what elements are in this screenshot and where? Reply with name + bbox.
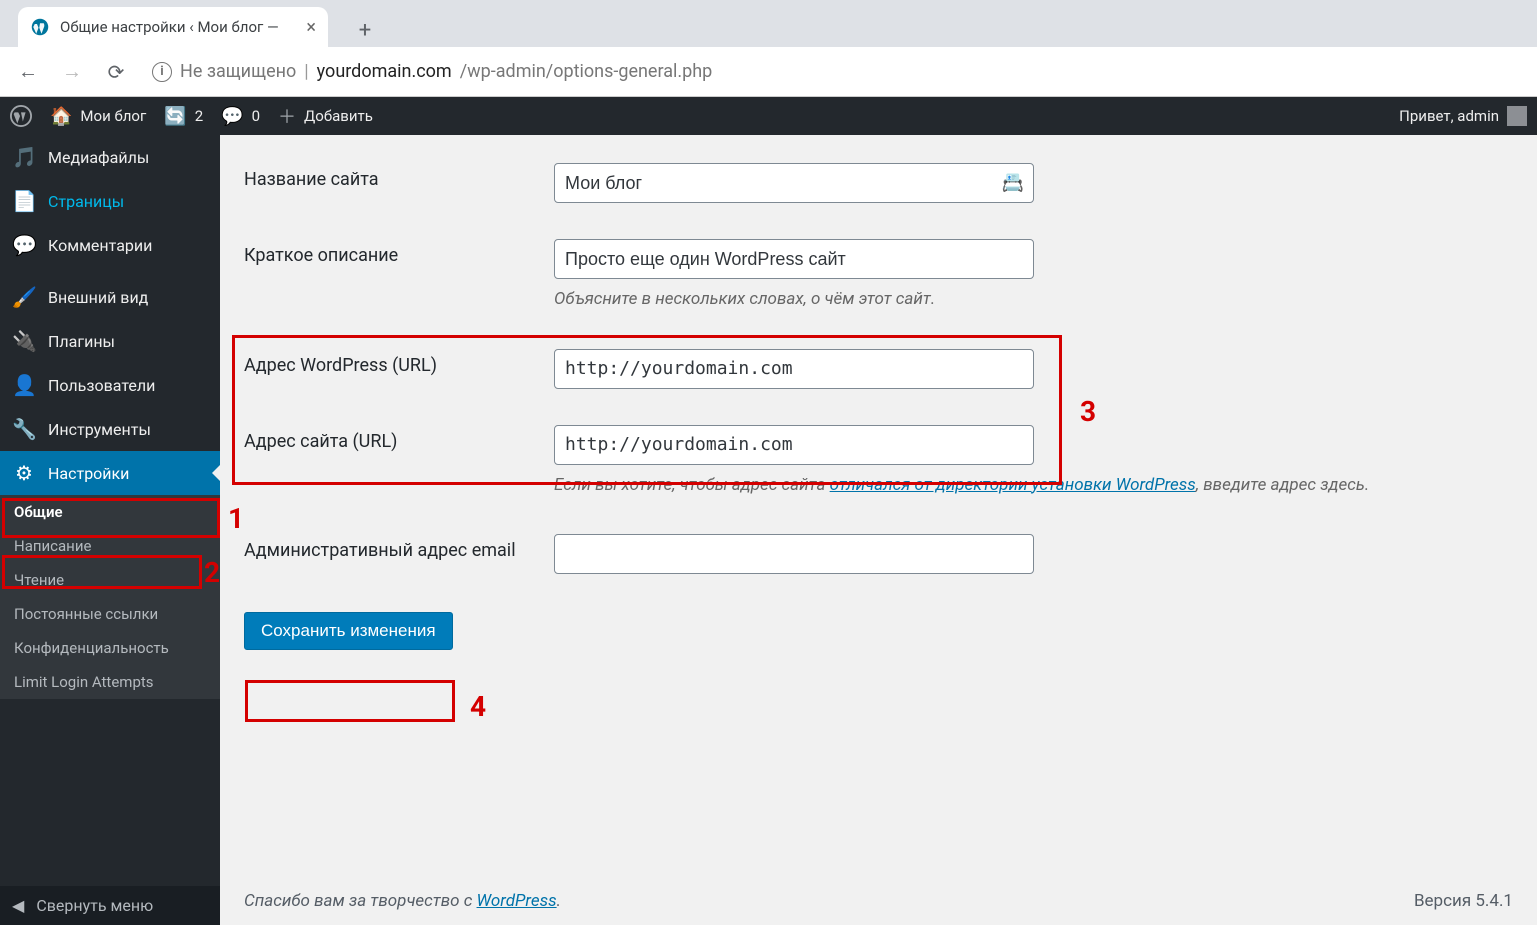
sidebar-item-pages[interactable]: 📄Страницы	[0, 179, 220, 223]
reload-button[interactable]: ⟳	[96, 52, 136, 92]
submenu-lla[interactable]: Limit Login Attempts	[0, 665, 220, 699]
site-url-input[interactable]	[554, 425, 1034, 465]
save-button[interactable]: Сохранить изменения	[244, 612, 453, 650]
submenu-writing[interactable]: Написание	[0, 529, 220, 563]
howdy-link[interactable]: Привет, admin	[1399, 106, 1527, 126]
browser-chrome: Общие настройки ‹ Мои блог — × + ← → ⟳ i…	[0, 0, 1537, 97]
forward-button[interactable]: →	[52, 52, 92, 92]
settings-content: Название сайта 📇 Краткое описание Объясн…	[220, 135, 1537, 925]
pages-icon: 📄	[12, 189, 36, 213]
site-url-label: Адрес сайта (URL)	[244, 425, 554, 452]
plugins-icon: 🔌	[12, 329, 36, 353]
submenu-reading[interactable]: Чтение	[0, 563, 220, 597]
wp-favicon-icon	[30, 17, 50, 37]
tagline-label: Краткое описание	[244, 239, 554, 266]
sidebar-item-plugins[interactable]: 🔌Плагины	[0, 319, 220, 363]
back-button[interactable]: ←	[8, 52, 48, 92]
plus-icon: ＋	[278, 103, 296, 129]
tab-title: Общие настройки ‹ Мои блог —	[60, 18, 296, 36]
tagline-input[interactable]	[554, 239, 1034, 279]
users-icon: 👤	[12, 373, 36, 397]
updates-icon: 🔄	[164, 106, 186, 127]
wordpress-link[interactable]: WordPress	[477, 891, 557, 911]
admin-sidebar: 🎵Медиафайлы 📄Страницы 💬Комментарии 🖌️Вне…	[0, 135, 220, 925]
comments-link[interactable]: 💬0	[221, 106, 260, 127]
site-title-input[interactable]	[554, 163, 1034, 203]
annotation-box-4	[245, 680, 455, 722]
address-bar: ← → ⟳ i Не защищено | yourdomain.com/wp-…	[0, 47, 1537, 97]
admin-email-label: Административный адрес email	[244, 534, 554, 561]
sidebar-item-media[interactable]: 🎵Медиафайлы	[0, 135, 220, 179]
submenu-permalinks[interactable]: Постоянные ссылки	[0, 597, 220, 631]
site-title-label: Название сайта	[244, 163, 554, 190]
home-icon: 🏠	[50, 106, 72, 127]
wp-url-input[interactable]	[554, 349, 1034, 389]
security-label: Не защищено	[180, 61, 296, 82]
admin-email-input[interactable]	[554, 534, 1034, 574]
close-tab-icon[interactable]: ×	[306, 17, 316, 38]
appearance-icon: 🖌️	[12, 285, 36, 309]
browser-tab[interactable]: Общие настройки ‹ Мои блог — ×	[18, 7, 328, 47]
site-url-description: Если вы хотите, чтобы адрес сайта отлича…	[554, 473, 1513, 499]
tagline-description: Объясните в нескольких словах, о чём это…	[554, 287, 1513, 313]
sidebar-item-comments[interactable]: 💬Комментарии	[0, 223, 220, 267]
contact-card-icon: 📇	[1002, 173, 1024, 194]
comment-icon: 💬	[12, 233, 36, 257]
tools-icon: 🔧	[12, 417, 36, 441]
collapse-menu[interactable]: ◀Свернуть меню	[0, 886, 220, 925]
new-content-link[interactable]: ＋Добавить	[278, 103, 373, 129]
sidebar-item-tools[interactable]: 🔧Инструменты	[0, 407, 220, 451]
updates-link[interactable]: 🔄2	[164, 106, 203, 127]
wp-url-label: Адрес WordPress (URL)	[244, 349, 554, 376]
url-separator: |	[304, 61, 308, 82]
sidebar-item-appearance[interactable]: 🖌️Внешний вид	[0, 275, 220, 319]
annotation-4: 4	[470, 690, 486, 723]
tab-bar: Общие настройки ‹ Мои блог — × +	[0, 0, 1537, 47]
footer: Спасибо вам за творчество с WordPress. В…	[244, 891, 1513, 911]
url-field[interactable]: i Не защищено | yourdomain.com/wp-admin/…	[152, 61, 712, 82]
site-name-link[interactable]: 🏠Мои блог	[50, 106, 146, 127]
submenu-privacy[interactable]: Конфиденциальность	[0, 631, 220, 665]
avatar-icon	[1507, 106, 1527, 126]
sidebar-item-users[interactable]: 👤Пользователи	[0, 363, 220, 407]
new-tab-button[interactable]: +	[348, 13, 382, 47]
wp-logo[interactable]	[10, 105, 32, 127]
version-label: Версия 5.4.1	[1414, 891, 1513, 911]
comments-icon: 💬	[221, 106, 243, 127]
wp-admin-bar: 🏠Мои блог 🔄2 💬0 ＋Добавить Привет, admin	[0, 97, 1537, 135]
site-url-help-link[interactable]: отличался от директории установки WordPr…	[830, 475, 1196, 495]
settings-submenu: Общие Написание Чтение Постоянные ссылки…	[0, 495, 220, 699]
collapse-icon: ◀	[12, 896, 24, 915]
info-icon[interactable]: i	[152, 62, 172, 82]
url-path: /wp-admin/options-general.php	[460, 61, 713, 82]
settings-icon: ⚙	[12, 461, 36, 485]
submenu-general[interactable]: Общие	[0, 495, 220, 529]
sidebar-item-settings[interactable]: ⚙Настройки	[0, 451, 220, 495]
media-icon: 🎵	[12, 145, 36, 169]
url-domain: yourdomain.com	[317, 61, 452, 82]
